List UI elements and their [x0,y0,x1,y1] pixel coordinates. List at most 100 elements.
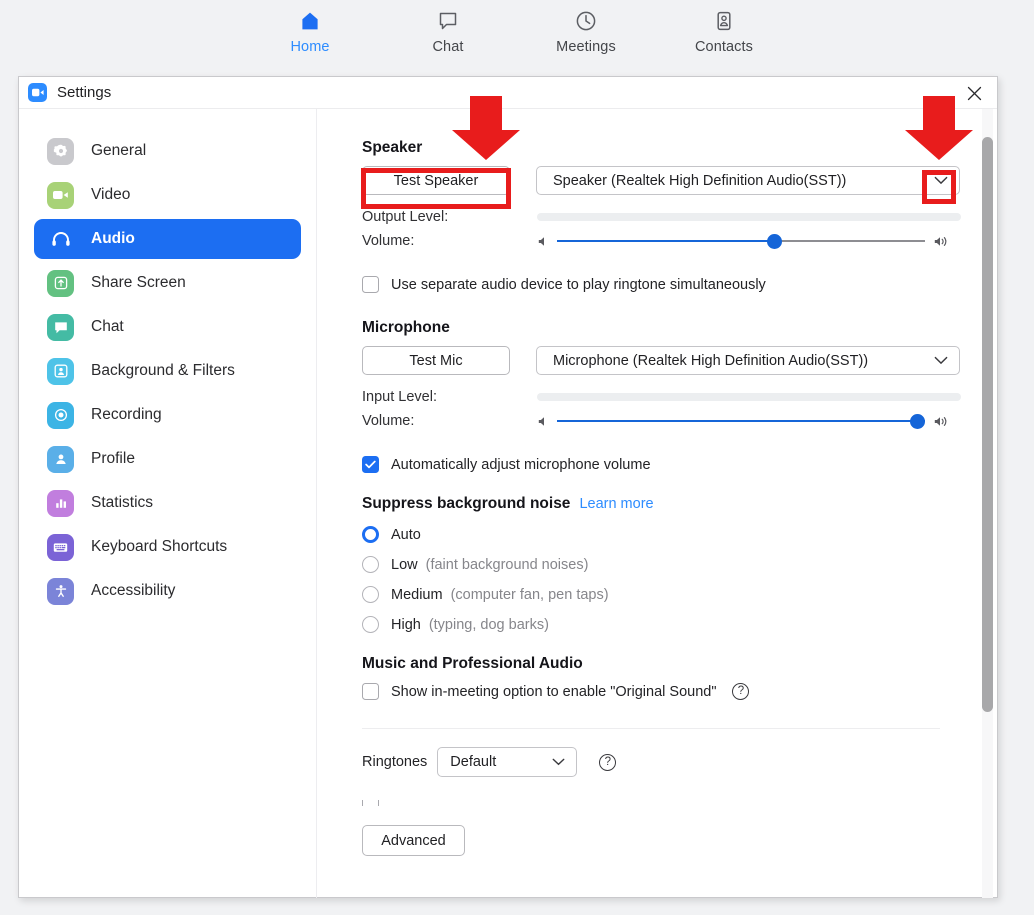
chat-icon [436,7,460,35]
sidebar-item-general[interactable]: General [34,131,301,171]
noise-label-medium: Medium [391,587,443,603]
noise-radio-auto[interactable] [362,526,379,543]
clipped-checkbox[interactable] [362,800,379,806]
ringtone-device-checkbox[interactable] [362,276,379,293]
microphone-device-value: Microphone (Realtek High Definition Audi… [553,353,868,369]
volume-low-icon [537,415,550,428]
volume-low-icon [537,235,550,248]
question-mark-icon[interactable]: ? [732,683,749,700]
app-top-nav: Home Chat Meetings Contacts [0,0,1034,66]
microphone-volume-slider[interactable] [557,413,925,429]
microphone-device-select[interactable]: Microphone (Realtek High Definition Audi… [536,346,960,375]
record-icon [47,402,74,429]
home-icon [298,7,322,35]
sidebar-label-keyboard-shortcuts: Keyboard Shortcuts [91,538,227,556]
sidebar-label-share-screen: Share Screen [91,274,186,292]
chevron-down-icon[interactable] [552,748,565,776]
sidebar-label-recording: Recording [91,406,162,424]
nav-label-meetings: Meetings [556,39,616,55]
auto-adjust-volume-checkbox[interactable] [362,456,379,473]
nav-label-contacts: Contacts [695,39,753,55]
input-level-label: Input Level: [362,389,537,405]
ringtones-select[interactable]: Default [437,747,577,777]
noise-label-low: Low [391,557,418,573]
suppress-noise-title: Suppress background noise [362,495,570,513]
upload-icon [47,270,74,297]
sidebar-item-background-filters[interactable]: Background & Filters [34,351,301,391]
sidebar-item-video[interactable]: Video [34,175,301,215]
noise-radio-low[interactable] [362,556,379,573]
sidebar-label-background-filters: Background & Filters [91,362,235,380]
noise-hint-high: (typing, dog barks) [429,617,549,633]
noise-hint-low: (faint background noises) [426,557,589,573]
input-level-meter [537,393,961,401]
zoom-video-logo-icon [28,83,47,102]
sidebar-label-audio: Audio [91,230,135,248]
volume-high-icon [933,235,950,248]
speaker-section-title: Speaker [362,139,997,157]
noise-radio-high[interactable] [362,616,379,633]
sidebar-label-profile: Profile [91,450,135,468]
person-frame-icon [47,358,74,385]
chevron-down-icon[interactable] [934,167,948,194]
settings-sidebar: General Video Audio Share Screen [19,109,317,898]
chevron-down-icon[interactable] [934,347,948,374]
speaker-device-value: Speaker (Realtek High Definition Audio(S… [553,173,846,189]
sidebar-item-chat[interactable]: Chat [34,307,301,347]
sidebar-label-statistics: Statistics [91,494,153,512]
gear-icon [47,138,74,165]
noise-hint-medium: (computer fan, pen taps) [451,587,609,603]
sidebar-label-video: Video [91,186,130,204]
sidebar-item-audio[interactable]: Audio [34,219,301,259]
nav-item-contacts[interactable]: Contacts [678,7,770,55]
sidebar-label-general: General [91,142,146,160]
original-sound-label: Show in-meeting option to enable "Origin… [391,684,716,700]
speaker-volume-label: Volume: [362,233,537,249]
sidebar-item-keyboard-shortcuts[interactable]: Keyboard Shortcuts [34,527,301,567]
music-audio-title: Music and Professional Audio [362,655,997,673]
volume-high-icon [933,415,950,428]
video-icon [47,182,74,209]
output-level-meter [537,213,961,221]
noise-label-auto: Auto [391,527,421,543]
contacts-icon [712,7,736,35]
content-scrollbar-thumb[interactable] [982,137,993,712]
dialog-title: Settings [57,84,111,101]
settings-content-audio: Speaker Test Speaker Speaker (Realtek Hi… [317,109,997,898]
speaker-device-select[interactable]: Speaker (Realtek High Definition Audio(S… [536,166,960,195]
auto-adjust-volume-label: Automatically adjust microphone volume [391,457,651,473]
ringtones-label: Ringtones [362,754,427,770]
sidebar-label-chat: Chat [91,318,124,336]
nav-item-home[interactable]: Home [264,7,356,55]
output-level-label: Output Level: [362,209,537,225]
clipped-checkbox-row[interactable] [362,800,997,806]
question-mark-icon[interactable]: ? [599,754,616,771]
settings-dialog: Settings General Video [18,76,998,898]
test-speaker-button[interactable]: Test Speaker [362,166,510,195]
sidebar-item-recording[interactable]: Recording [34,395,301,435]
section-divider [362,728,940,729]
sidebar-item-accessibility[interactable]: Accessibility [34,571,301,611]
sidebar-item-profile[interactable]: Profile [34,439,301,479]
ringtone-device-label: Use separate audio device to play ringto… [391,277,766,293]
microphone-volume-label: Volume: [362,413,537,429]
sidebar-label-accessibility: Accessibility [91,582,175,600]
microphone-section-title: Microphone [362,319,997,337]
noise-radio-medium[interactable] [362,586,379,603]
nav-item-meetings[interactable]: Meetings [540,7,632,55]
sidebar-item-share-screen[interactable]: Share Screen [34,263,301,303]
original-sound-checkbox[interactable] [362,683,379,700]
close-icon[interactable] [959,80,989,106]
headphones-icon [47,226,74,253]
dialog-title-bar: Settings [19,77,997,109]
nav-label-home: Home [290,39,329,55]
sidebar-item-statistics[interactable]: Statistics [34,483,301,523]
ringtones-value: Default [450,754,496,770]
speaker-volume-slider[interactable] [557,233,925,249]
advanced-button[interactable]: Advanced [362,825,465,856]
test-mic-button[interactable]: Test Mic [362,346,510,375]
learn-more-link[interactable]: Learn more [579,496,653,512]
nav-item-chat[interactable]: Chat [402,7,494,55]
person-icon [47,446,74,473]
chat-icon [47,314,74,341]
